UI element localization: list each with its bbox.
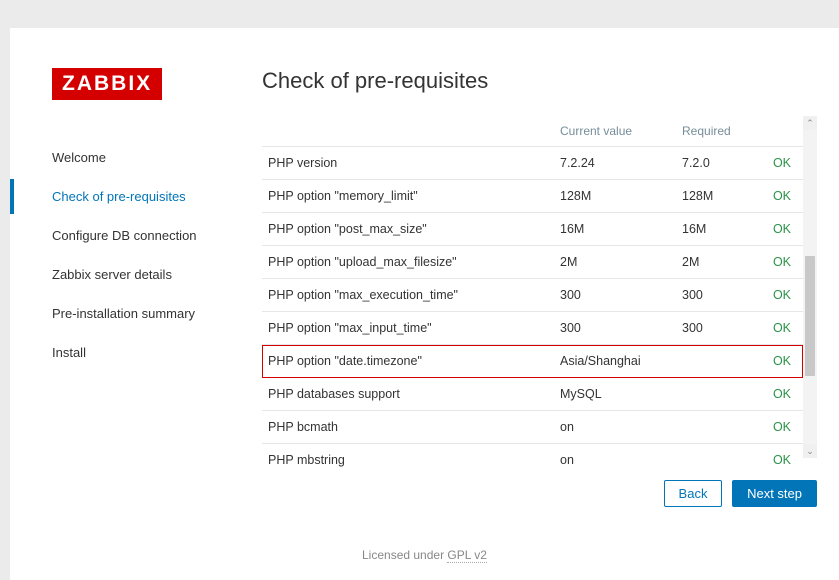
table-row: PHP option "upload_max_filesize"2M2MOK: [262, 246, 803, 279]
req-name: PHP option "memory_limit": [262, 180, 554, 213]
table-row: PHP option "max_input_time"300300OK: [262, 312, 803, 345]
col-status: [758, 116, 803, 147]
req-required: 300: [676, 312, 758, 345]
sidebar: ZABBIX Welcome Check of pre-requisites Con…: [52, 68, 262, 580]
req-status: OK: [758, 345, 803, 378]
req-status: OK: [758, 444, 803, 477]
req-required: [676, 378, 758, 411]
col-name: [262, 116, 554, 147]
table-row: PHP version7.2.247.2.0OK: [262, 147, 803, 180]
req-current: 2M: [554, 246, 676, 279]
sidebar-step-5[interactable]: Install: [52, 339, 262, 366]
scroll-down-icon[interactable]: ⌄: [803, 444, 817, 458]
req-status: OK: [758, 312, 803, 345]
req-status: OK: [758, 213, 803, 246]
step-nav: Welcome Check of pre-requisites Configure …: [52, 144, 262, 366]
req-name: PHP mbstring: [262, 444, 554, 477]
scrollbar[interactable]: ⌃ ⌄: [803, 116, 817, 458]
req-required: 7.2.0: [676, 147, 758, 180]
sidebar-step-3[interactable]: Zabbix server details: [52, 261, 262, 288]
req-required: [676, 444, 758, 477]
req-name: PHP bcmath: [262, 411, 554, 444]
back-button[interactable]: Back: [664, 480, 723, 507]
col-required: Required: [676, 116, 758, 147]
req-name: PHP version: [262, 147, 554, 180]
sidebar-step-2[interactable]: Configure DB connection: [52, 222, 262, 249]
req-required: 128M: [676, 180, 758, 213]
table-row: PHP bcmathon OK: [262, 411, 803, 444]
req-required: [676, 411, 758, 444]
sidebar-step-0[interactable]: Welcome: [52, 144, 262, 171]
brand-logo: ZABBIX: [52, 68, 162, 100]
next-step-button[interactable]: Next step: [732, 480, 817, 507]
req-current: on: [554, 444, 676, 477]
req-current: Asia/Shanghai: [554, 345, 676, 378]
req-required: 16M: [676, 213, 758, 246]
col-current: Current value: [554, 116, 676, 147]
req-status: OK: [758, 180, 803, 213]
req-current: MySQL: [554, 378, 676, 411]
req-name: PHP databases support: [262, 378, 554, 411]
sidebar-step-4[interactable]: Pre-installation summary: [52, 300, 262, 327]
table-row: PHP option "post_max_size"16M16MOK: [262, 213, 803, 246]
table-row: PHP option "memory_limit"128M128MOK: [262, 180, 803, 213]
req-status: OK: [758, 411, 803, 444]
installer-page: ZABBIX Welcome Check of pre-requisites Con…: [10, 28, 839, 580]
req-name: PHP option "upload_max_filesize": [262, 246, 554, 279]
req-required: 300: [676, 279, 758, 312]
req-status: OK: [758, 279, 803, 312]
req-name: PHP option "max_input_time": [262, 312, 554, 345]
table-row: PHP option "date.timezone"Asia/Shanghai O…: [262, 345, 803, 378]
req-current: 128M: [554, 180, 676, 213]
table-row: PHP databases supportMySQL OK: [262, 378, 803, 411]
page-title: Check of pre-requisites: [262, 68, 817, 94]
req-name: PHP option "date.timezone": [262, 345, 554, 378]
req-current: on: [554, 411, 676, 444]
license-link[interactable]: GPL v2: [447, 548, 487, 563]
requirements-table: Current value Required PHP version7.2.24…: [262, 116, 803, 476]
requirements-table-wrap: Current value Required PHP version7.2.24…: [262, 116, 817, 458]
req-current: 16M: [554, 213, 676, 246]
req-status: OK: [758, 246, 803, 279]
req-status: OK: [758, 147, 803, 180]
req-current: 300: [554, 312, 676, 345]
req-required: 2M: [676, 246, 758, 279]
req-current: 300: [554, 279, 676, 312]
scroll-thumb[interactable]: [805, 256, 815, 376]
table-row: PHP option "max_execution_time"300300OK: [262, 279, 803, 312]
scroll-up-icon[interactable]: ⌃: [803, 116, 817, 130]
sidebar-step-1[interactable]: Check of pre-requisites: [52, 183, 262, 210]
footer-text: Licensed under: [362, 548, 447, 562]
req-current: 7.2.24: [554, 147, 676, 180]
footer: Licensed under GPL v2: [10, 548, 839, 562]
req-required: [676, 345, 758, 378]
req-name: PHP option "max_execution_time": [262, 279, 554, 312]
main-panel: Check of pre-requisites Current value Re…: [262, 68, 839, 580]
wizard-actions: Back Next step: [262, 480, 817, 507]
container: ZABBIX Welcome Check of pre-requisites Con…: [10, 28, 839, 580]
req-status: OK: [758, 378, 803, 411]
table-row: PHP mbstringon OK: [262, 444, 803, 477]
req-name: PHP option "post_max_size": [262, 213, 554, 246]
